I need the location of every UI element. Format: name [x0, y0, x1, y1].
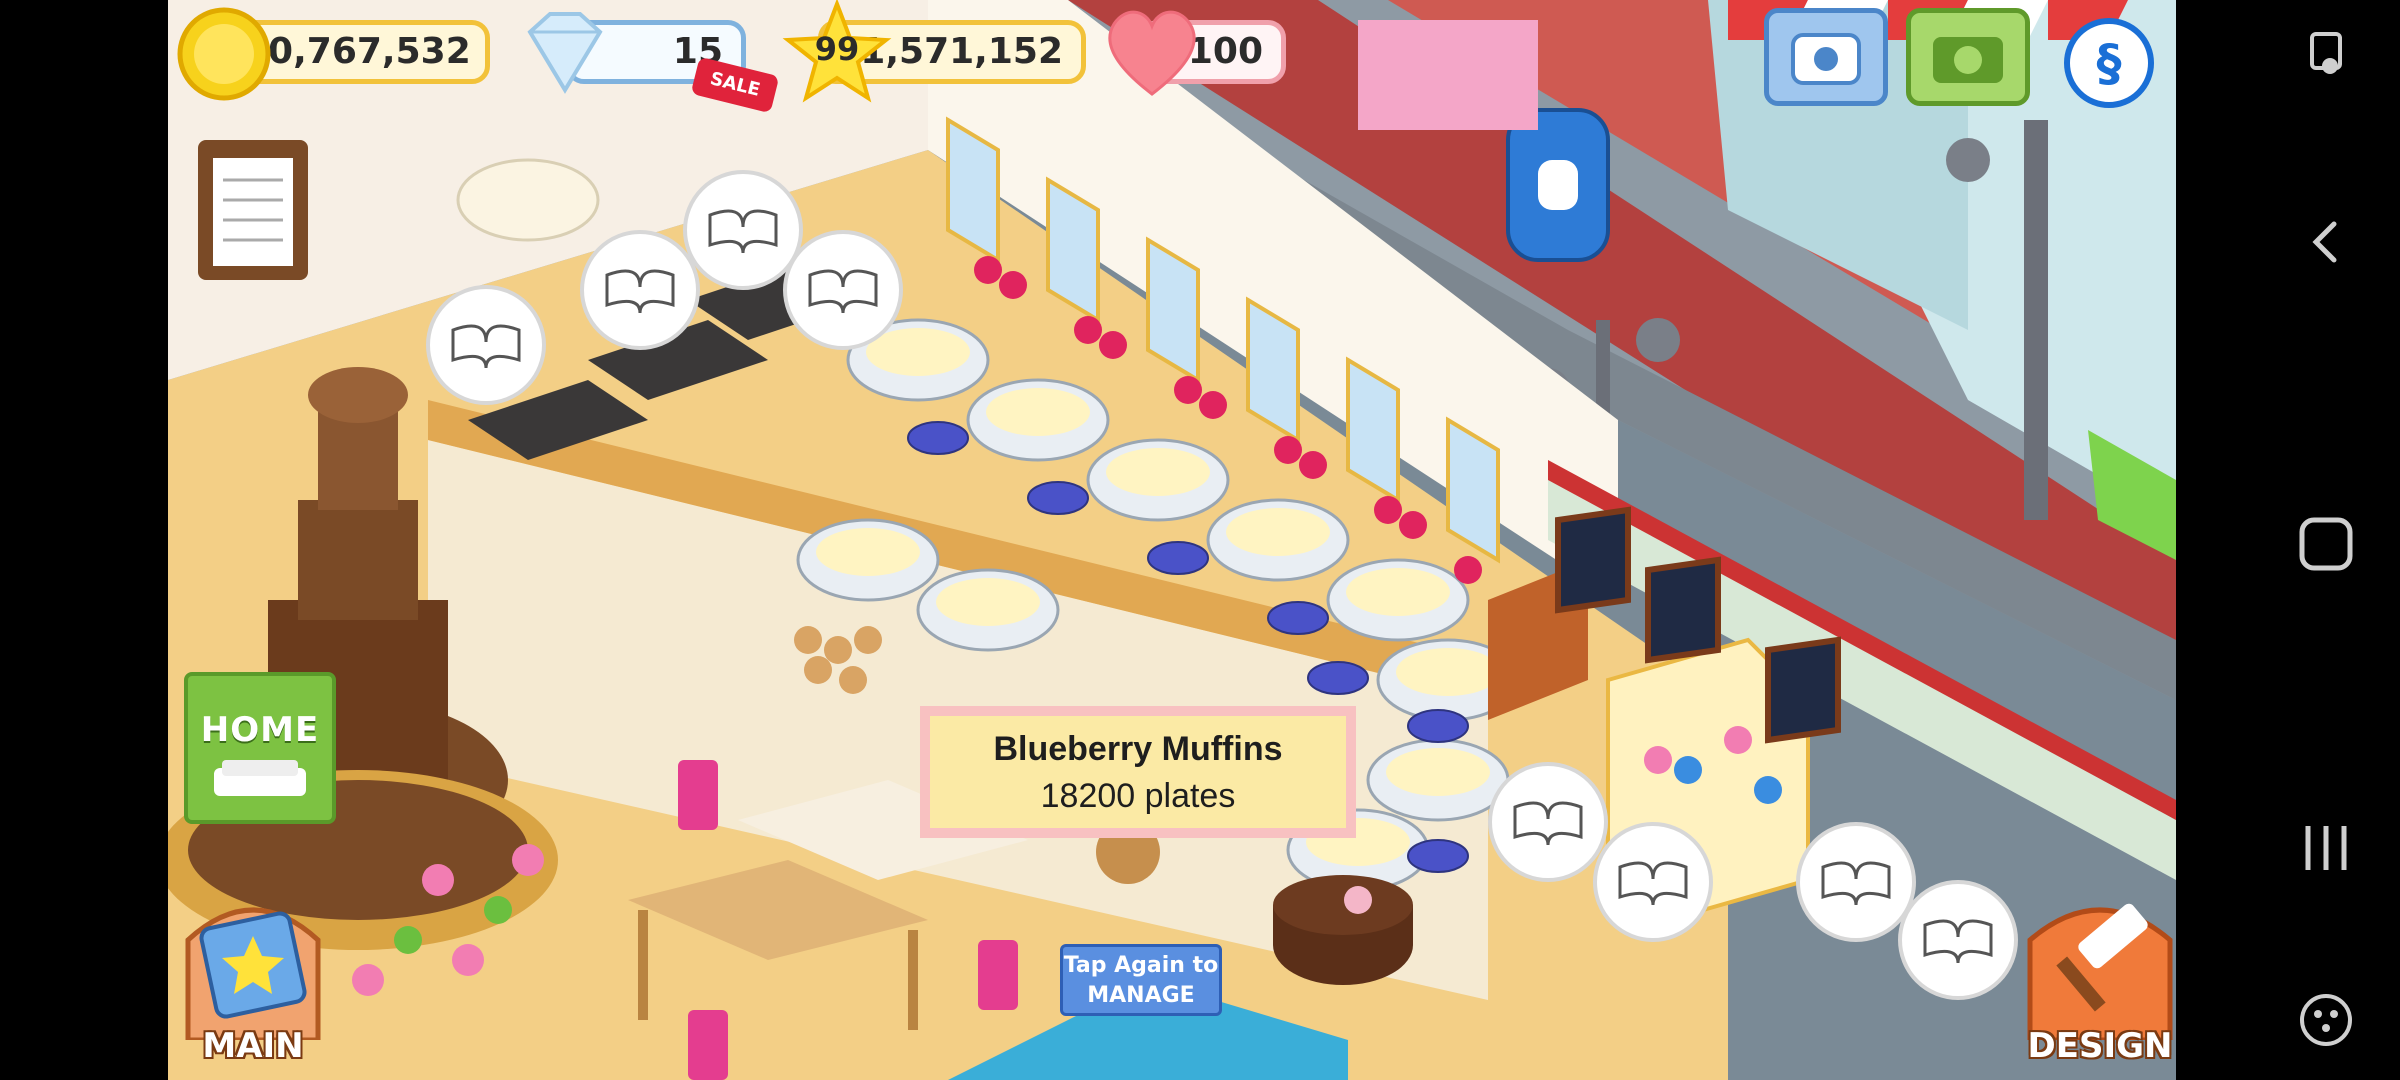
tooltip-subtitle: 18200 plates: [1040, 777, 1236, 815]
bakery-illustration: [168, 0, 2176, 1080]
tap-again-line1: Tap Again to: [1063, 953, 1219, 978]
screenshot-icon[interactable]: [2290, 20, 2362, 92]
sofa-icon: [214, 760, 306, 796]
tooltip-title: Blueberry Muffins: [993, 730, 1283, 768]
item-tooltip: Blueberry Muffins 18200 plates: [920, 706, 1356, 838]
sale-tag-label: SALE: [707, 68, 763, 101]
social-button[interactable]: §: [2064, 18, 2154, 108]
level-value: 99: [814, 30, 860, 68]
coins-value: 20,767,532: [243, 31, 471, 72]
diamond-icon: [527, 12, 603, 94]
system-navigation-bar: [2176, 0, 2400, 1080]
coins-counter[interactable]: 20,767,532: [238, 20, 490, 84]
phone-icon: [1791, 33, 1861, 85]
back-icon[interactable]: [2290, 206, 2362, 278]
recents-icon[interactable]: [2290, 812, 2362, 884]
home-button-label: HOME: [200, 710, 320, 750]
design-button-label: DESIGN: [2027, 1026, 2173, 1066]
main-button[interactable]: MAIN: [178, 880, 328, 1070]
camera-button[interactable]: [1906, 8, 2030, 106]
paint-roller-icon: [2027, 903, 2173, 1043]
heart-icon: [1108, 10, 1196, 96]
design-button[interactable]: DESIGN: [2020, 880, 2180, 1070]
home-icon[interactable]: [2290, 508, 2362, 580]
camera-icon: [1933, 37, 2003, 83]
tap-again-manage-button[interactable]: Tap Again to MANAGE: [1060, 944, 1222, 1016]
home-button[interactable]: HOME: [184, 672, 336, 824]
coin-icon: [177, 7, 271, 101]
phone-button[interactable]: [1764, 8, 1888, 106]
main-button-label: MAIN: [202, 1026, 304, 1066]
social-s-icon: §: [2096, 34, 2122, 92]
tap-again-line2: MANAGE: [1087, 983, 1195, 1008]
game-scene[interactable]: [168, 0, 2176, 1080]
main-book-icon: [185, 907, 321, 1043]
game-tools-icon[interactable]: [2290, 984, 2362, 1056]
